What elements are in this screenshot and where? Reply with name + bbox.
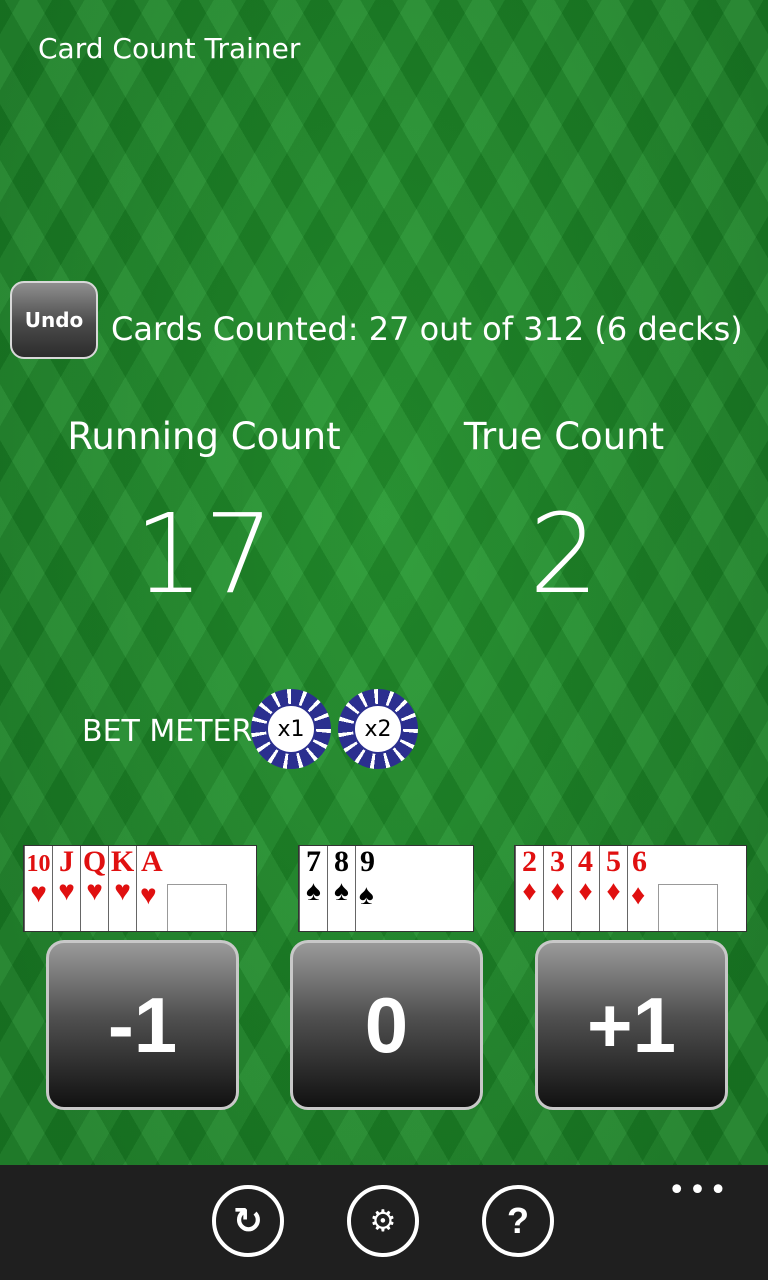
- card: J ♥: [52, 845, 80, 931]
- card: K ♥: [108, 845, 136, 931]
- diamond-icon: ♦: [578, 876, 593, 907]
- chip-x2-label: x2: [353, 704, 403, 754]
- card: 2 ♦: [515, 845, 543, 931]
- diamond-icon: ♦: [550, 876, 565, 907]
- card: 6 ♦: [627, 845, 746, 931]
- diamond-icon: ♦: [631, 880, 646, 911]
- card-face-frame: [386, 884, 446, 931]
- heart-icon: ♥: [140, 880, 157, 911]
- neutral-cards-group: 7 ♠ 8 ♠ 9 ♠: [298, 845, 474, 932]
- card: 9 ♠: [355, 845, 473, 931]
- plus-one-button[interactable]: +1: [535, 940, 728, 1110]
- card-rank: J: [59, 845, 74, 878]
- card-rank: A: [141, 845, 163, 878]
- card-rank: Q: [82, 845, 107, 878]
- app-title: Card Count Trainer: [38, 32, 301, 65]
- running-count-value: 17: [134, 490, 274, 618]
- card-rank: 3: [550, 845, 565, 878]
- card-rank: 5: [606, 845, 621, 878]
- settings-button[interactable]: ⚙: [347, 1185, 419, 1257]
- low-cards-group: 2 ♦ 3 ♦ 4 ♦ 5 ♦ 6 ♦: [514, 845, 747, 932]
- heart-icon: ♥: [30, 878, 47, 909]
- card-rank: 2: [522, 845, 537, 878]
- more-menu-button[interactable]: •••: [668, 1173, 730, 1208]
- spade-icon: ♠: [334, 876, 349, 907]
- help-button[interactable]: ?: [482, 1185, 554, 1257]
- heart-icon: ♥: [58, 876, 75, 907]
- minus-one-button[interactable]: -1: [46, 940, 239, 1110]
- gear-icon: ⚙: [369, 1203, 397, 1239]
- card-rank: 8: [334, 845, 349, 878]
- undo-button[interactable]: Undo: [10, 281, 98, 359]
- question-mark-icon: ?: [507, 1200, 529, 1241]
- card-face-frame: [167, 884, 227, 931]
- true-count-value: 2: [529, 490, 599, 618]
- card-rank: K: [110, 845, 135, 878]
- cards-counted-status: Cards Counted: 27 out of 312 (6 decks): [111, 310, 743, 348]
- card: Q ♥: [80, 845, 108, 931]
- spade-icon: ♠: [306, 876, 321, 907]
- card: 7 ♠: [299, 845, 327, 931]
- app-bar: ↻ ⚙ ? •••: [0, 1165, 768, 1280]
- heart-icon: ♥: [86, 876, 103, 907]
- card-rank: 9: [360, 845, 375, 878]
- bet-chip-icon: x1: [251, 689, 331, 769]
- card: 10 ♥: [24, 846, 52, 931]
- diamond-icon: ♦: [522, 876, 537, 907]
- card: 3 ♦: [543, 845, 571, 931]
- card: 5 ♦: [599, 845, 627, 931]
- zero-button[interactable]: 0: [290, 940, 483, 1110]
- diamond-icon: ♦: [606, 876, 621, 907]
- bet-chip-icon: x2: [338, 689, 418, 769]
- card-rank: 6: [632, 845, 647, 878]
- card-rank: 4: [578, 845, 593, 878]
- card: 4 ♦: [571, 845, 599, 931]
- high-cards-group: 10 ♥ J ♥ Q ♥ K ♥ A ♥: [23, 845, 257, 932]
- true-count-label: True Count: [463, 415, 665, 458]
- card-rank: 7: [306, 845, 321, 878]
- card-rank: 10: [26, 851, 51, 877]
- bet-meter-label: BET METER: [82, 714, 253, 749]
- card: A ♥: [136, 845, 256, 931]
- heart-icon: ♥: [114, 876, 131, 907]
- card-face-frame: [658, 884, 718, 931]
- spade-icon: ♠: [359, 880, 374, 911]
- card: 8 ♠: [327, 845, 355, 931]
- refresh-button[interactable]: ↻: [212, 1185, 284, 1257]
- refresh-icon: ↻: [232, 1200, 264, 1242]
- running-count-label: Running Count: [67, 415, 341, 458]
- chip-x1-label: x1: [266, 704, 316, 754]
